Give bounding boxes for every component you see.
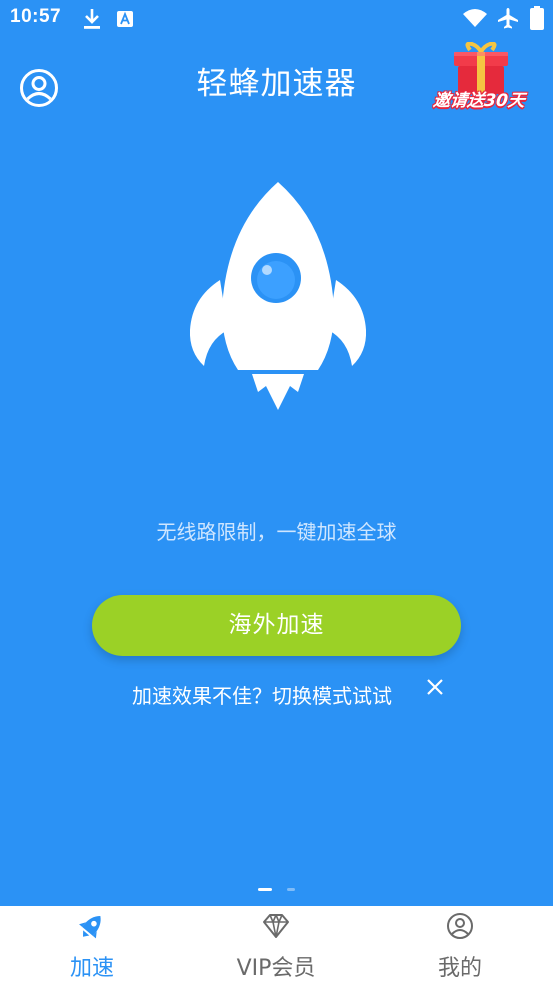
invite-label: 邀请送30天	[432, 91, 526, 111]
text-a-icon	[117, 11, 133, 27]
airplane-icon	[498, 8, 518, 29]
close-icon[interactable]	[424, 676, 446, 698]
wifi-icon	[463, 9, 487, 27]
page-indicator-inactive	[287, 888, 295, 891]
app-screen: 10:57 轻蜂加速器 邀请送30天 无线路限制，一键加速全球 海外加速 加速效…	[0, 0, 553, 983]
user-circle-icon	[447, 913, 473, 939]
tab-accelerate[interactable]: 加速	[0, 906, 184, 983]
rocket-icon	[189, 182, 367, 410]
rocket-icon	[79, 916, 101, 939]
bottom-nav: 加速 VIP会员 我的	[0, 906, 553, 983]
battery-icon	[530, 6, 544, 30]
status-time: 10:57	[10, 6, 62, 27]
diamond-icon	[263, 914, 289, 938]
tagline: 无线路限制，一键加速全球	[156, 520, 397, 544]
tab-vip-label: VIP会员	[236, 956, 316, 981]
download-icon	[84, 9, 100, 29]
tab-mine-label: 我的	[437, 956, 482, 981]
overseas-accelerate-button[interactable]: 海外加速	[92, 595, 461, 656]
invite-gift-button[interactable]: 邀请送30天	[428, 42, 534, 120]
switch-mode-tip[interactable]: 加速效果不佳？切换模式试试	[132, 680, 392, 709]
page-indicator-active	[258, 888, 272, 891]
status-bar: 10:57	[0, 0, 553, 38]
tab-mine[interactable]: 我的	[368, 906, 552, 983]
tab-accelerate-label: 加速	[69, 956, 114, 981]
tab-vip[interactable]: VIP会员	[184, 906, 368, 983]
